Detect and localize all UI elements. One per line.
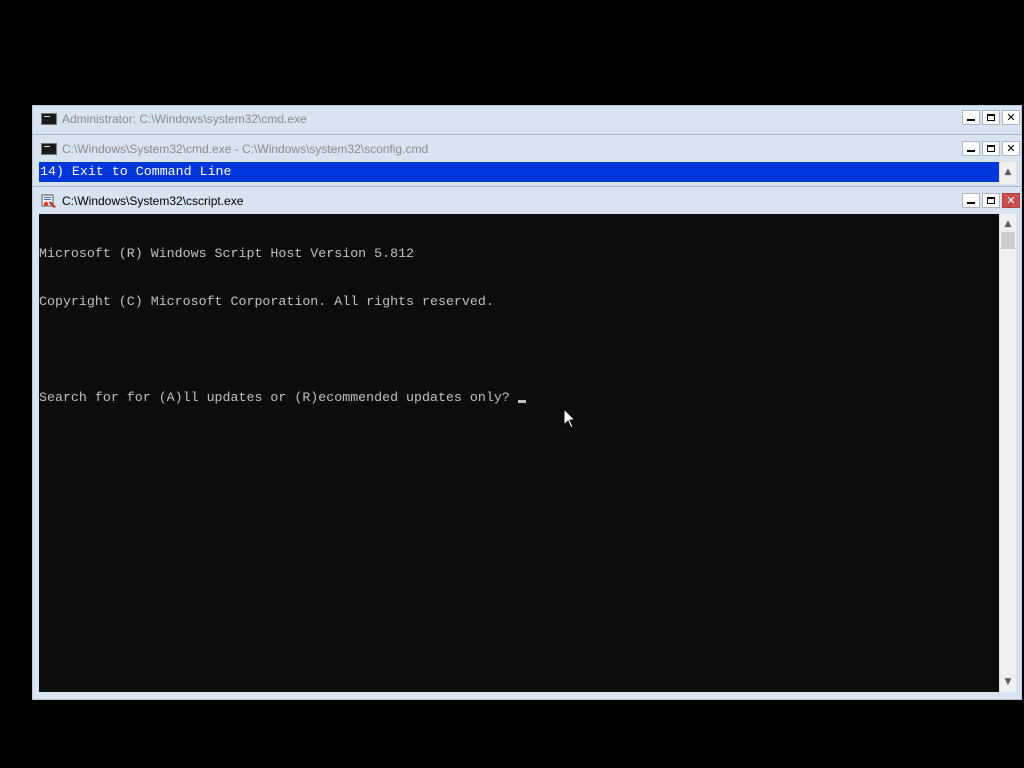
sconfig-titlebar[interactable]: C:\Windows\System32\cmd.exe - C:\Windows… xyxy=(33,135,1021,163)
cscript-title: C:\Windows\System32\cscript.exe xyxy=(62,194,244,208)
close-button[interactable]: ✕ xyxy=(1002,110,1020,125)
console-icon xyxy=(41,143,57,155)
sconfig-scrollbar[interactable]: ▲ xyxy=(999,162,1016,184)
mouse-pointer-icon xyxy=(563,408,577,429)
close-icon: ✕ xyxy=(1006,142,1016,155)
cscript-titlebar[interactable]: C:\Windows\System32\cscript.exe ✕ xyxy=(33,187,1021,215)
admin-cmd-title: Administrator: C:\Windows\system32\cmd.e… xyxy=(62,112,307,126)
close-button[interactable]: ✕ xyxy=(1002,141,1020,156)
console-line: Copyright (C) Microsoft Corporation. All… xyxy=(39,294,494,309)
maximize-button[interactable] xyxy=(982,110,1000,125)
admin-cmd-titlebar[interactable]: Administrator: C:\Windows\system32\cmd.e… xyxy=(33,106,1021,132)
cscript-console-output[interactable]: Microsoft (R) Windows Script Host Versio… xyxy=(39,214,999,692)
minimize-icon xyxy=(967,202,975,204)
script-icon xyxy=(41,194,56,208)
cscript-window[interactable]: C:\Windows\System32\cscript.exe ✕ Micros… xyxy=(32,186,1022,700)
console-icon xyxy=(41,113,57,125)
minimize-button[interactable] xyxy=(962,110,980,125)
maximize-button[interactable] xyxy=(982,193,1000,208)
scroll-down-icon[interactable]: ▼ xyxy=(1000,674,1016,690)
sconfig-selected-menu-item[interactable]: 14) Exit to Command Line xyxy=(39,162,999,182)
minimize-icon xyxy=(967,150,975,152)
close-icon: ✕ xyxy=(1006,111,1016,124)
scroll-up-icon[interactable]: ▲ xyxy=(1000,164,1016,180)
maximize-button[interactable] xyxy=(982,141,1000,156)
cscript-scrollbar[interactable]: ▲ ▼ xyxy=(999,214,1016,692)
scroll-up-icon[interactable]: ▲ xyxy=(1000,216,1016,232)
text-cursor xyxy=(517,400,526,403)
console-prompt: Search for for (A)ll updates or (R)ecomm… xyxy=(39,390,518,405)
console-line: Microsoft (R) Windows Script Host Versio… xyxy=(39,246,415,261)
sconfig-window[interactable]: C:\Windows\System32\cmd.exe - C:\Windows… xyxy=(32,134,1022,194)
close-icon: ✕ xyxy=(1006,194,1016,207)
minimize-button[interactable] xyxy=(962,141,980,156)
sconfig-title: C:\Windows\System32\cmd.exe - C:\Windows… xyxy=(62,142,429,156)
maximize-icon xyxy=(987,197,995,204)
minimize-icon xyxy=(967,119,975,121)
close-button[interactable]: ✕ xyxy=(1002,193,1020,208)
minimize-button[interactable] xyxy=(962,193,980,208)
maximize-icon xyxy=(987,114,995,121)
console-prompt-line: Search for for (A)ll updates or (R)ecomm… xyxy=(39,390,999,406)
scrollbar-thumb[interactable] xyxy=(1001,232,1015,249)
maximize-icon xyxy=(987,145,995,152)
